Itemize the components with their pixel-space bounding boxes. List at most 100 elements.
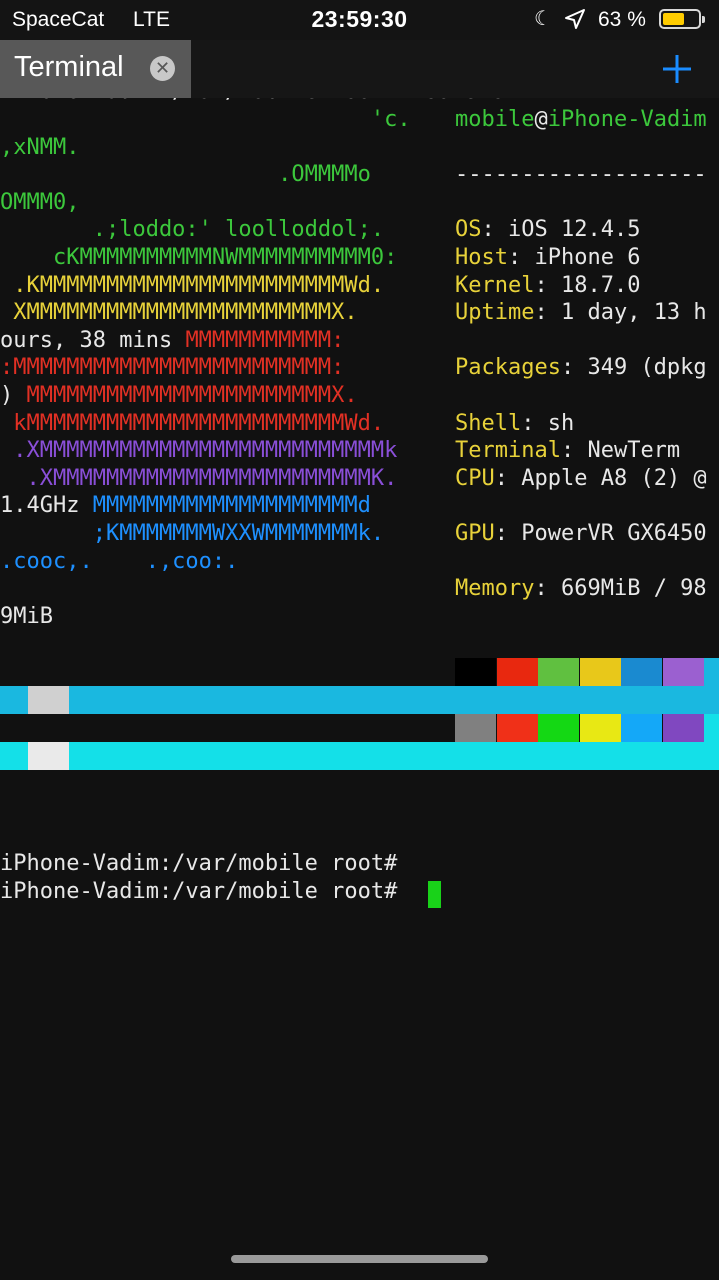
system-info-line: Host: iPhone 6: [455, 244, 640, 272]
palette-normal-swatch: [0, 686, 28, 714]
palette-normal-swatch: [579, 658, 621, 686]
terminal-text-segment: iPhone-Vadim: [547, 107, 707, 132]
terminal-text-segment: Terminal: [455, 438, 561, 464]
terminal-text-segment: CPU: [455, 465, 495, 491]
terminal-text-segment: ,xNMM.: [0, 134, 80, 160]
palette-normal-swatch: [28, 686, 69, 714]
terminal-prompt-line: iPhone-Vadim:/var/mobile root#: [0, 851, 398, 876]
terminal-text-segment: .XMMMMMMMMMMMMMMMMMMMMMMMMK.: [0, 465, 398, 491]
terminal-text-segment: OS: [455, 217, 482, 243]
system-info-line: Packages: 349 (dpkg: [455, 354, 707, 382]
close-icon[interactable]: ✕: [150, 56, 175, 81]
terminal-text-segment: .KMMMMMMMMMMMMMMMMMMMMMMMWd.: [0, 272, 385, 298]
terminal-text-segment: kMMMMMMMMMMMMMMMMMMMMMMMMWd.: [0, 410, 385, 436]
palette-normal-swatch: [496, 658, 538, 686]
palette-normal-swatch: [662, 658, 704, 686]
terminal-text-segment: MMMMMMMMMMM:: [185, 327, 345, 353]
tab-bar: Terminal ✕: [0, 40, 719, 98]
ascii-art-line: .XMMMMMMMMMMMMMMMMMMMMMMMMMMk: [0, 437, 397, 465]
palette-bright-swatch: [621, 714, 662, 742]
terminal-text-segment: @: [534, 107, 548, 132]
ascii-art-line: ,xNMM.: [0, 134, 79, 162]
terminal-text-segment: MMMMMMMMMMMMMMMMMMMMMMMX.: [26, 383, 358, 408]
terminal-text-segment: : 1 day, 13 h: [534, 300, 707, 326]
system-info-line: OS: iOS 12.4.5: [455, 216, 640, 244]
palette-normal-swatch: [704, 658, 719, 686]
terminal-text-segment: :MMMMMMMMMMMMMMMMMMMMMMMM:: [0, 355, 345, 381]
terminal-text-segment: XMMMMMMMMMMMMMMMMMMMMMMMX.: [0, 300, 358, 326]
palette-normal-wrap-band: [0, 686, 719, 714]
terminal-text-segment: 1.4GHz: [0, 493, 93, 519]
terminal-prompt-line-active: iPhone-Vadim:/var/mobile root#: [0, 879, 411, 904]
system-info-line: Uptime: 1 day, 13 h: [455, 299, 707, 327]
terminal-text-segment: Memory: [455, 576, 535, 602]
palette-bright-swatch: [704, 714, 719, 742]
terminal-text-segment: Uptime: [455, 300, 535, 326]
palette-bright-swatch: [579, 714, 621, 742]
terminal-text-segment: .cooc,. .,coo:.: [0, 548, 239, 574]
ascii-art-line: 1.4GHz MMMMMMMMMMMMMMMMMMMMd: [0, 492, 371, 520]
ascii-art-line: .KMMMMMMMMMMMMMMMMMMMMMMMWd.: [0, 272, 384, 300]
terminal-text-segment: Shell: [455, 410, 522, 436]
palette-bright-swatch: [28, 742, 69, 770]
ascii-art-line: ;KMMMMMMMWXXWMMMMMMMk.: [0, 520, 384, 548]
ascii-art-line: .XMMMMMMMMMMMMMMMMMMMMMMMMK.: [0, 465, 397, 493]
terminal-text-segment: : Apple A8 (2) @: [494, 465, 707, 491]
terminal-text-segment: : NewTerm: [560, 438, 681, 464]
terminal-text-segment: GPU: [455, 521, 495, 546]
plus-icon[interactable]: [656, 48, 698, 90]
palette-bright-swatch: [496, 714, 538, 742]
terminal-text-segment: : iOS 12.4.5: [481, 217, 641, 243]
terminal-text-segment: .XMMMMMMMMMMMMMMMMMMMMMMMMMMk: [0, 438, 398, 464]
terminal-text-segment: : 669MiB / 98: [534, 576, 707, 602]
tab-terminal[interactable]: Terminal ✕: [0, 40, 191, 98]
screen: SpaceCat LTE 23:59:30 ☾ 63 % Terminal ✕ …: [0, 0, 719, 1280]
home-indicator[interactable]: [231, 1255, 488, 1263]
ascii-art-line: OMMM0,: [0, 189, 79, 217]
ascii-art-line: kMMMMMMMMMMMMMMMMMMMMMMMMWd.: [0, 410, 384, 438]
terminal-text-segment: : sh: [521, 410, 575, 436]
system-info-line: mobile@iPhone-Vadim: [455, 106, 707, 134]
ascii-art-line: .;loddo:' loolloddol;.: [0, 216, 384, 244]
palette-bright-wrap-band: [0, 742, 719, 770]
ascii-art-line: 'c.: [0, 106, 411, 134]
terminal-text-segment: Kernel: [455, 272, 535, 298]
ascii-art-line: :MMMMMMMMMMMMMMMMMMMMMMMM:: [0, 354, 344, 382]
palette-bright-swatch: [0, 742, 28, 770]
terminal-view[interactable]: iPhone-Vadim:/var/mobile root# neofetch …: [0, 98, 719, 1258]
palette-normal-swatch: [621, 658, 662, 686]
terminal-text-segment: MMMMMMMMMMMMMMMMMMMMd: [92, 493, 371, 519]
ascii-art-line: ) MMMMMMMMMMMMMMMMMMMMMMMX.: [0, 382, 358, 410]
terminal-text-segment: : PowerVR GX6450: [494, 521, 707, 546]
battery-fill: [663, 13, 684, 25]
terminal-text-segment: 'c.: [0, 107, 411, 132]
terminal-text-segment: -------------------: [455, 162, 707, 188]
terminal-text-segment: ): [0, 383, 27, 408]
ascii-art-line: ours, 38 mins MMMMMMMMMMM:: [0, 327, 344, 355]
battery-percent: 63 %: [598, 8, 646, 31]
system-info-line: Terminal: NewTerm: [455, 437, 680, 465]
battery-nub: [702, 16, 705, 23]
terminal-cursor: [428, 881, 441, 908]
terminal-text-segment: cKMMMMMMMMMMNWMMMMMMMMMM0:: [0, 245, 398, 270]
ascii-art-line: cKMMMMMMMMMMNWMMMMMMMMMM0:: [0, 244, 397, 272]
system-info-line: Shell: sh: [455, 410, 574, 438]
terminal-text-segment: .;loddo:' loolloddol;.: [0, 217, 385, 243]
status-bar: SpaceCat LTE 23:59:30 ☾ 63 %: [0, 0, 719, 40]
palette-bright-swatch: [538, 714, 579, 742]
terminal-text-segment: .OMMMMo: [0, 162, 371, 188]
ascii-art-line: .cooc,. .,coo:.: [0, 548, 238, 576]
terminal-text-segment: mobile: [455, 107, 535, 132]
location-arrow-icon: [565, 9, 585, 29]
palette-bright-swatch: [455, 714, 496, 742]
terminal-text-segment: 9MiB: [0, 603, 53, 629]
tab-label: Terminal: [14, 51, 124, 83]
terminal-text-segment: : 18.7.0: [534, 272, 641, 298]
system-info-line: CPU: Apple A8 (2) @: [455, 465, 707, 493]
terminal-text-segment: Packages: [455, 355, 561, 381]
palette-normal-swatch: [455, 658, 496, 686]
terminal-text-segment: ;KMMMMMMMWXXWMMMMMMMk.: [0, 521, 385, 546]
terminal-text-segment: : iPhone 6: [507, 245, 641, 270]
terminal-text-segment: OMMM0,: [0, 189, 80, 215]
ascii-art-line: .OMMMMo: [0, 161, 371, 189]
